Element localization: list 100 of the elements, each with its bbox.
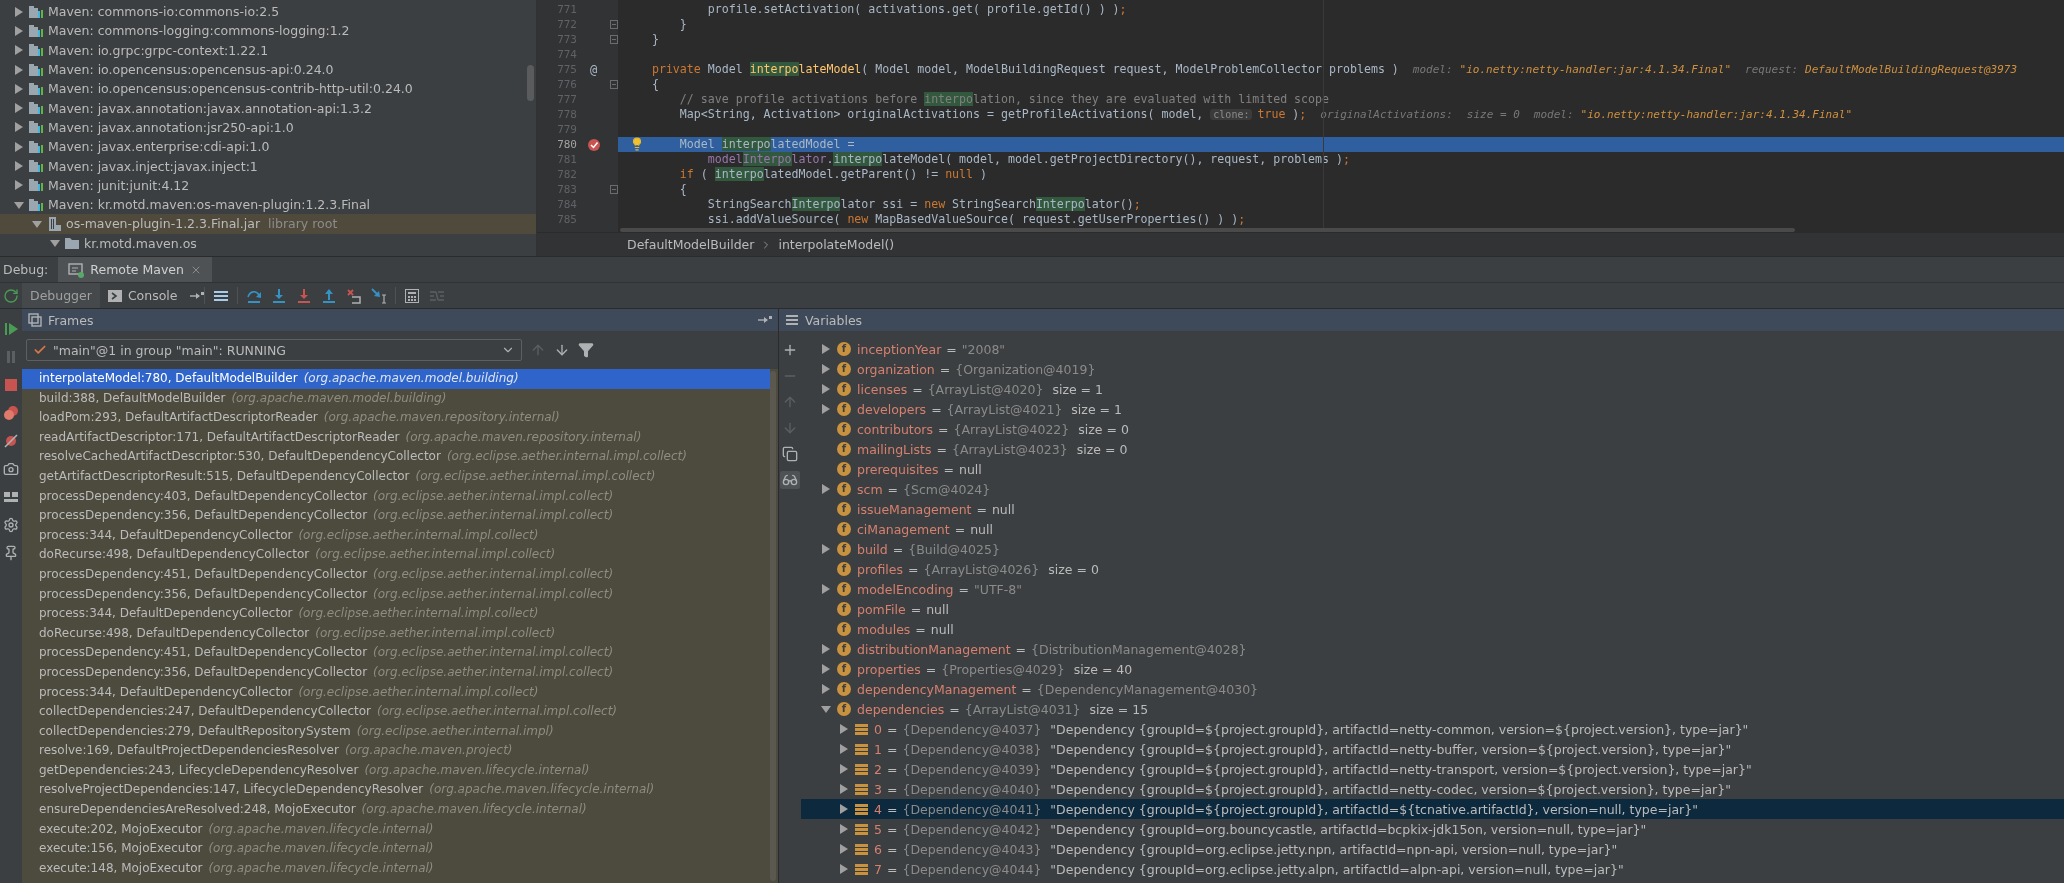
stop-icon[interactable] xyxy=(3,377,19,393)
variable-text[interactable]: dependencies = {ArrayList@4031} size = 15 xyxy=(857,701,1149,717)
caret-down-icon[interactable] xyxy=(50,238,60,249)
view-tab[interactable]: Debugger xyxy=(22,283,100,308)
tree-row[interactable]: Maven: javax.annotation:javax.annotation-api:1.3.2 xyxy=(0,98,536,118)
variable-text[interactable]: developers = {ArrayList@4021} size = 1 xyxy=(857,401,1122,417)
variable-row[interactable]: f modelEncoding = "UTF-8" xyxy=(801,579,2064,599)
view-tab[interactable]: Console xyxy=(99,283,186,308)
vertical-scrollbar[interactable] xyxy=(527,65,534,101)
variable-text[interactable]: build = {Build@4025} xyxy=(857,541,1000,557)
caret-right-icon[interactable] xyxy=(14,83,24,94)
caret-right-icon[interactable] xyxy=(14,161,24,171)
tree-row[interactable]: Maven: commons-io:commons-io:2.5 xyxy=(0,2,536,22)
frame-row[interactable]: getDependencies:243, LifecycleDependencyResolver (org.apache.maven.lifecycle.internal) xyxy=(22,760,770,781)
tree-row[interactable]: Maven: io.opencensus:opencensus-api:0.24.0 xyxy=(0,59,536,80)
variable-text[interactable]: 7 = {Dependency@4044} "Dependency {groupId=org.eclipse.jetty.alpn, artifactId=alpn-api, version=null, type=jar}" xyxy=(874,861,1624,877)
caret-right-icon[interactable] xyxy=(821,344,831,354)
step-into-icon[interactable] xyxy=(270,287,287,304)
tree-label[interactable]: Maven: commons-logging:commons-logging:1.2 xyxy=(48,23,350,39)
variable-text[interactable]: 4 = {Dependency@4041} "Dependency {groupId=${project.groupId}, artifactId=${tcnative.artifactId}, version=null, type=jar}" xyxy=(874,801,1698,817)
variable-row[interactable]: f organization = {Organization@4019} xyxy=(801,359,2064,379)
vertical-scrollbar[interactable] xyxy=(770,371,776,881)
variable-row[interactable]: f licenses = {ArrayList@4020} size = 1 xyxy=(801,379,2064,399)
frame-row[interactable]: resolveCachedArtifactDescriptor:530, DefaultDependencyCollector (org.eclipse.aether.internal.impl.collect) xyxy=(22,447,770,467)
variable-row[interactable]: f ciManagement = null xyxy=(801,519,2064,539)
variable-text[interactable]: 2 = {Dependency@4039} "Dependency {groupId=${project.groupId}, artifactId=netty-transport, version=${project.version}, type=jar}" xyxy=(874,761,1752,777)
tree-label[interactable]: Maven: io.opencensus:opencensus-api:0.24.0 xyxy=(48,62,334,78)
frame-row[interactable]: processDependency:403, DefaultDependencyCollector (org.eclipse.aether.internal.impl.collect) xyxy=(22,486,770,507)
tree-row[interactable]: Maven: io.grpc:grpc-context:1.22.1 xyxy=(0,40,536,60)
variable-row[interactable]: 1 = {Dependency@4038} "Dependency {groupId=${project.groupId}, artifactId=netty-buffer, version=${project.version}, type=jar}" xyxy=(801,739,2064,759)
variable-row[interactable]: 7 = {Dependency@4044} "Dependency {groupId=org.eclipse.jetty.alpn, artifactId=alpn-api, version=null, type=jar}" xyxy=(801,859,2064,879)
caret-right-icon[interactable] xyxy=(821,384,831,394)
arrow-icon[interactable] xyxy=(758,315,772,325)
variable-text[interactable]: 1 = {Dependency@4038} "Dependency {groupId=${project.groupId}, artifactId=netty-buffer, version=${project.version}, type=jar}" xyxy=(874,741,1732,757)
variable-row[interactable]: f dependencyManagement = {DependencyManagement@4030} xyxy=(801,679,2064,699)
tree-label[interactable]: os-maven-plugin-1.2.3.Final.jar library root xyxy=(66,216,338,232)
settings-icon[interactable] xyxy=(3,517,19,533)
frame-row[interactable]: build:388, DefaultModelBuilder (org.apache.maven.model.building) xyxy=(22,388,770,409)
caret-right-icon[interactable] xyxy=(821,544,831,554)
variable-row[interactable]: f dependencies = {ArrayList@4031} size = 15 xyxy=(801,699,2064,719)
caret-right-icon[interactable] xyxy=(839,804,849,814)
variable-text[interactable]: properties = {Properties@4029} size = 40 xyxy=(857,661,1133,677)
tree-row[interactable]: Maven: javax.enterprise:cdi-api:1.0 xyxy=(0,137,536,157)
caret-right-icon[interactable] xyxy=(839,844,849,854)
variable-text[interactable]: 0 = {Dependency@4037} "Dependency {groupId=${project.groupId}, artifactId=netty-common, version=${project.version}, type=jar}" xyxy=(874,721,1749,737)
caret-right-icon[interactable] xyxy=(839,784,849,794)
frame-row[interactable]: execute:156, MojoExecutor (org.apache.maven.lifecycle.internal) xyxy=(22,839,770,859)
caret-right-icon[interactable] xyxy=(821,664,831,674)
tree-row[interactable]: Maven: javax.annotation:jsr250-api:1.0 xyxy=(0,117,536,138)
frame-row[interactable]: processDependency:356, DefaultDependencyCollector (org.eclipse.aether.internal.impl.collect) xyxy=(22,662,770,683)
caret-right-icon[interactable] xyxy=(839,824,849,834)
frame-row[interactable]: collectDependencies:279, DefaultRepositorySystem (org.eclipse.aether.internal.impl) xyxy=(22,721,770,742)
layout-icon[interactable] xyxy=(3,489,19,505)
tree-label[interactable]: Maven: commons-io:commons-io:2.5 xyxy=(48,4,280,20)
caret-right-icon[interactable] xyxy=(14,64,24,75)
caret-down-icon[interactable] xyxy=(32,218,42,229)
caret-right-icon[interactable] xyxy=(821,364,831,374)
tree-label[interactable]: Maven: javax.annotation:jsr250-api:1.0 xyxy=(48,119,294,135)
caret-right-icon[interactable] xyxy=(839,744,849,754)
thread-dropdown[interactable]: "main"@1 in group "main": RUNNING xyxy=(26,339,522,361)
frame-row[interactable]: process:344, DefaultDependencyCollector (org.eclipse.aether.internal.impl.collect) xyxy=(22,682,770,703)
frame-row[interactable]: interpolateModel:780, DefaultModelBuilder (org.apache.maven.model.building) xyxy=(22,369,770,389)
tree-label[interactable]: Maven: kr.motd.maven:os-maven-plugin:1.2.3.Final xyxy=(48,197,371,213)
frame-row[interactable]: process:344, DefaultDependencyCollector (org.eclipse.aether.internal.impl.collect) xyxy=(22,525,770,546)
frame-row[interactable]: execute:148, MojoExecutor (org.apache.maven.lifecycle.internal) xyxy=(22,858,770,879)
caret-right-icon[interactable] xyxy=(14,141,24,152)
caret-right-icon[interactable] xyxy=(839,864,849,874)
breadcrumb[interactable]: interpolateModel() xyxy=(778,237,895,252)
variable-row[interactable]: f modules = null xyxy=(801,619,2064,639)
variable-row[interactable]: 6 = {Dependency@4043} "Dependency {groupId=org.eclipse.jetty.npn, artifactId=npn-api, version=null, type=jar}" xyxy=(801,839,2064,859)
caret-right-icon[interactable] xyxy=(821,644,831,654)
caret-right-icon[interactable] xyxy=(821,684,831,694)
variable-text[interactable]: contributors = {ArrayList@4022} size = 0 xyxy=(857,421,1129,437)
variable-row[interactable]: f inceptionYear = "2008" xyxy=(801,339,2064,359)
frame-row[interactable]: resolve:169, DefaultProjectDependenciesResolver (org.apache.maven.project) xyxy=(22,741,770,761)
frame-row[interactable]: collectDependencies:247, DefaultDependencyCollector (org.eclipse.aether.internal.impl.collect) xyxy=(22,702,770,722)
variable-text[interactable]: 5 = {Dependency@4042} "Dependency {groupId=org.bouncycastle, artifactId=bcpkix-jdk15on, version=null, type=jar}" xyxy=(874,821,1647,837)
caret-right-icon[interactable] xyxy=(821,484,831,494)
variable-row[interactable]: 2 = {Dependency@4039} "Dependency {groupId=${project.groupId}, artifactId=netty-transport, version=${project.version}, type=jar}" xyxy=(801,759,2064,779)
tree-label[interactable]: Maven: junit:junit:4.12 xyxy=(48,177,190,193)
frame-row[interactable]: processDependency:451, DefaultDependencyCollector (org.eclipse.aether.internal.impl.collect) xyxy=(22,564,770,585)
calculator-icon[interactable] xyxy=(403,287,420,304)
variable-row[interactable]: f mailingLists = {ArrayList@4023} size = 0 xyxy=(801,439,2064,459)
variable-text[interactable]: modules = null xyxy=(857,621,954,637)
caret-right-icon[interactable] xyxy=(14,6,24,17)
tree-label[interactable]: Maven: javax.annotation:javax.annotation-api:1.3.2 xyxy=(48,100,372,116)
tree-row[interactable]: Maven: io.opencensus:opencensus-contrib-http-util:0.24.0 xyxy=(0,79,536,99)
breadcrumb[interactable]: DefaultModelBuilder xyxy=(627,237,755,252)
debug-tab[interactable]: Remote Maven xyxy=(58,257,212,282)
glasses-icon[interactable] xyxy=(782,472,798,488)
fold-marker-icon[interactable] xyxy=(610,20,618,29)
variable-text[interactable]: organization = {Organization@4019} xyxy=(857,361,1096,377)
variable-row[interactable]: 3 = {Dependency@4040} "Dependency {groupId=${project.groupId}, artifactId=netty-codec, version=${project.version}, type=jar}" xyxy=(801,779,2064,799)
frame-row[interactable]: processDependency:451, DefaultDependencyCollector (org.eclipse.aether.internal.impl.collect) xyxy=(22,643,770,663)
variable-text[interactable]: modelEncoding = "UTF-8" xyxy=(857,581,1022,597)
caret-right-icon[interactable] xyxy=(14,25,24,36)
caret-down-icon[interactable] xyxy=(14,199,24,210)
variable-text[interactable]: ciManagement = null xyxy=(857,521,993,537)
tree-row[interactable]: Maven: kr.motd.maven:os-maven-plugin:1.2.3.Final xyxy=(0,194,536,215)
caret-right-icon[interactable] xyxy=(14,180,24,191)
